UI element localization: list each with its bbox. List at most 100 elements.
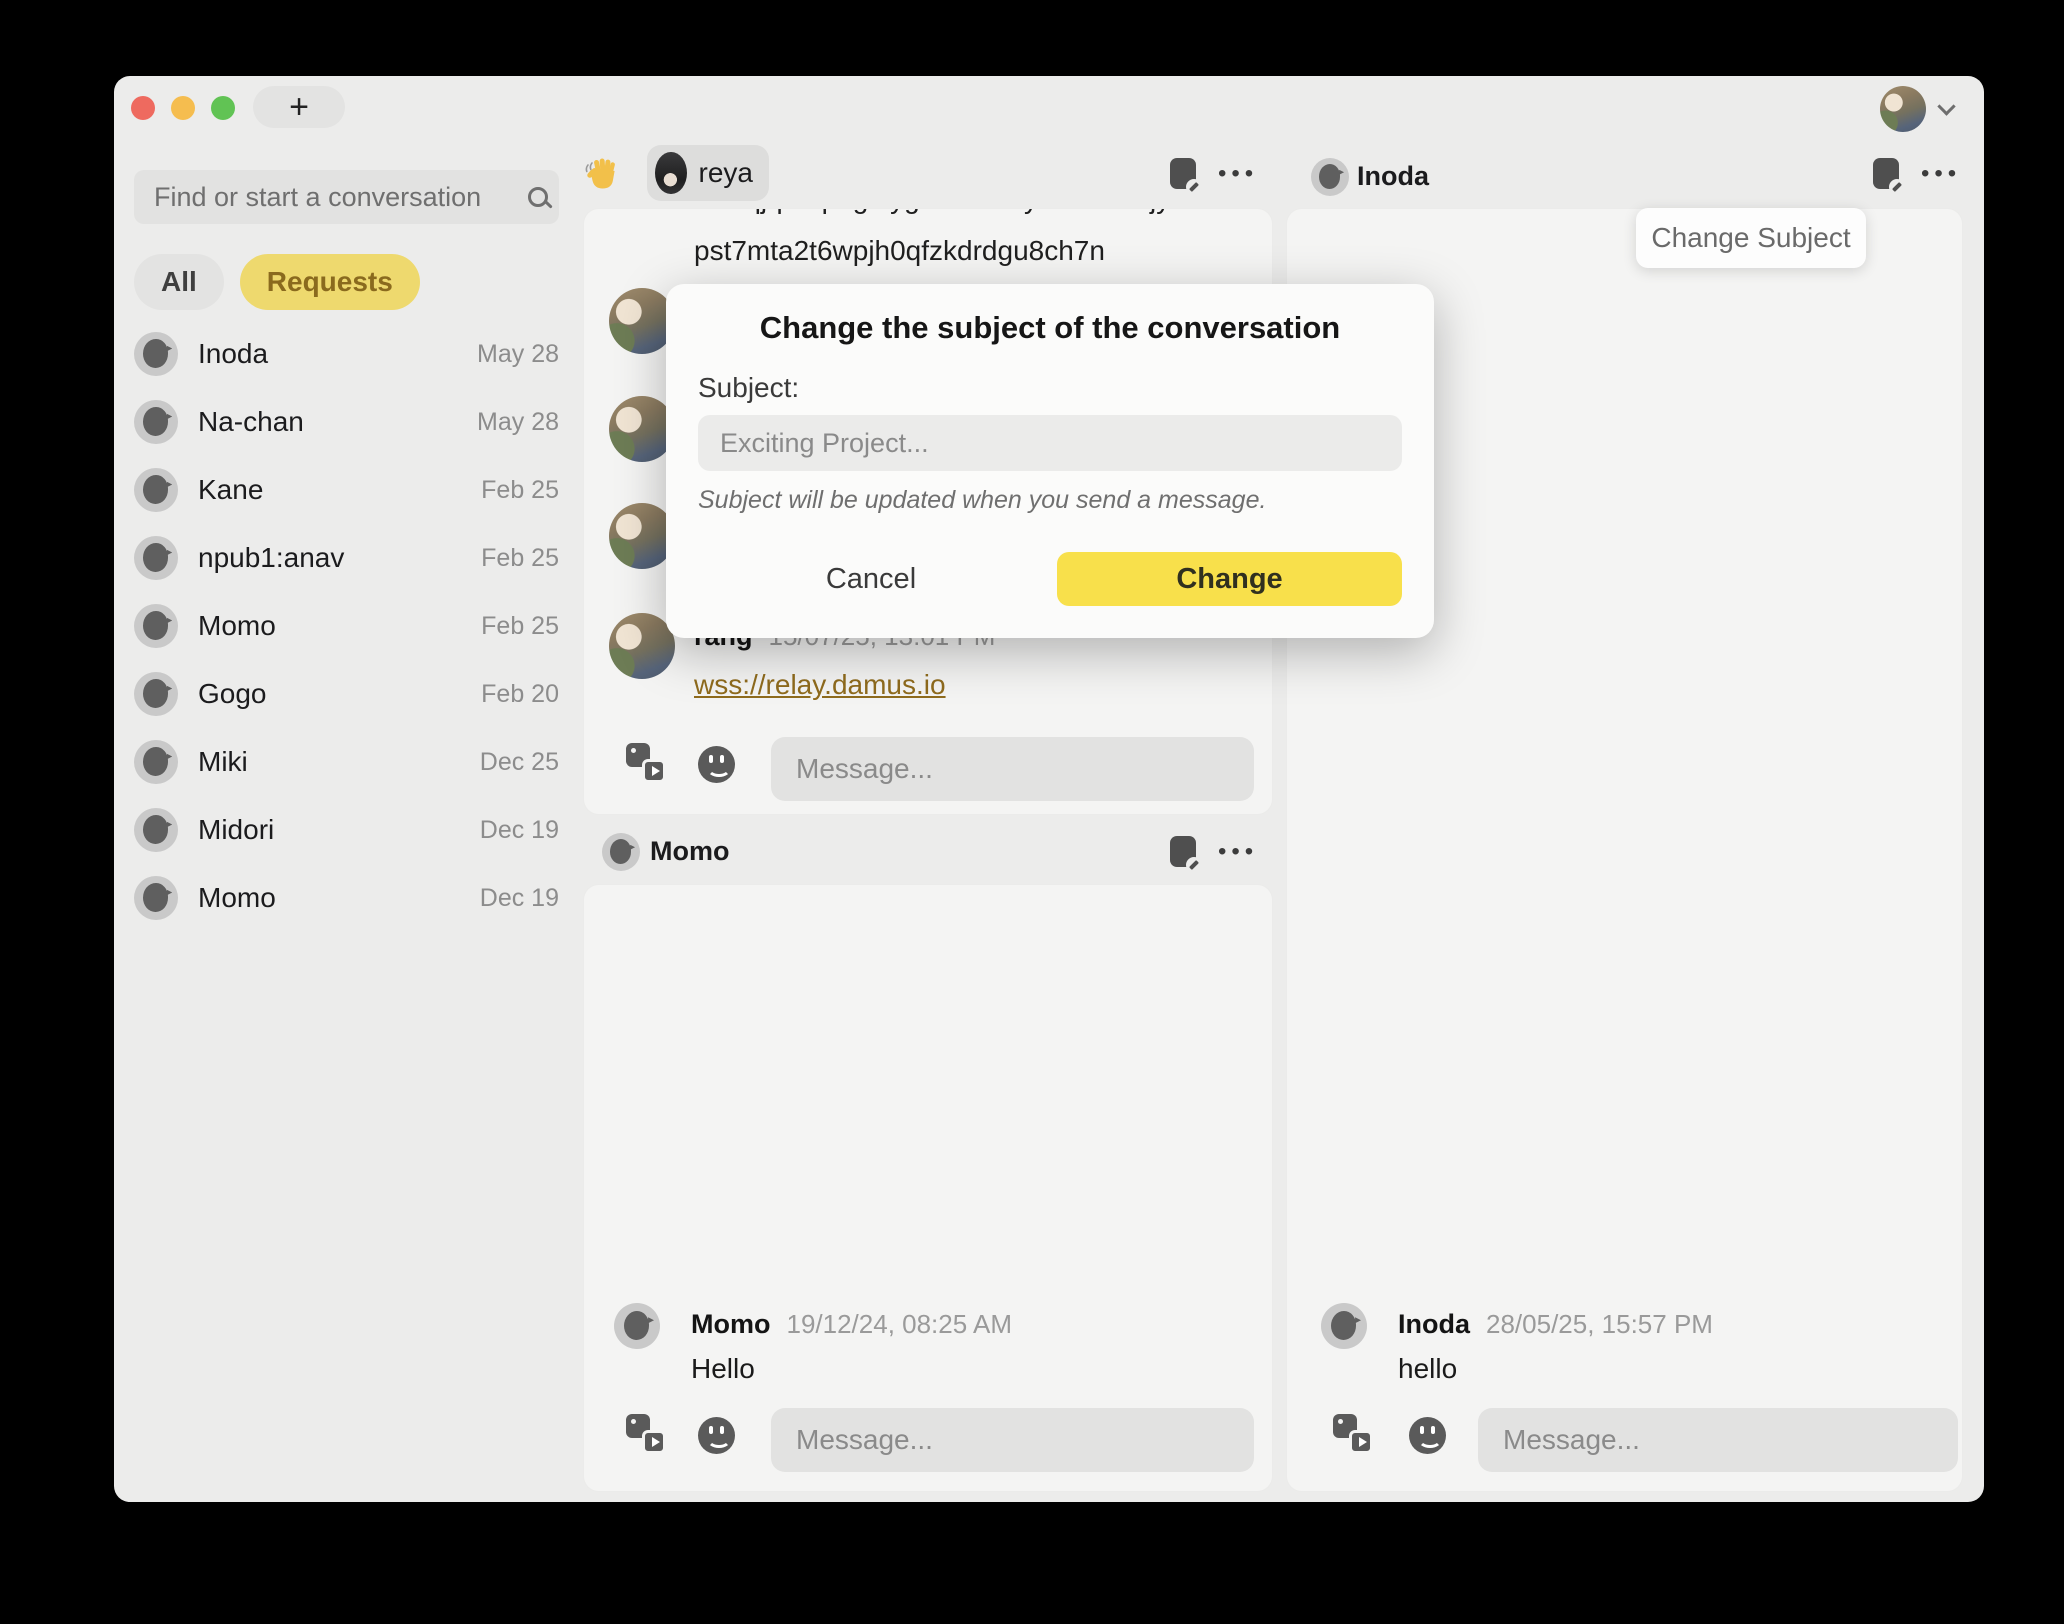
contact-avatar bbox=[134, 808, 178, 852]
change-subject-icon[interactable] bbox=[1170, 836, 1196, 867]
reya-avatar bbox=[655, 152, 687, 194]
conversation-date: Feb 20 bbox=[481, 680, 559, 709]
conversation-list-item[interactable]: Na-chan May 28 bbox=[134, 400, 559, 444]
npub-text: pst7mta2t6wpjh0qfzkdrdgu8ch7n bbox=[694, 235, 1105, 267]
contact-name: Miki bbox=[198, 746, 248, 778]
message-input[interactable] bbox=[771, 1408, 1254, 1472]
chat-title: Momo bbox=[650, 836, 729, 867]
conversation-list: Inoda May 28 Na-chan May 28 Kane Feb 25 … bbox=[134, 332, 559, 920]
attach-media-icon[interactable] bbox=[626, 1414, 666, 1454]
emoji-picker-icon[interactable] bbox=[698, 746, 735, 783]
attach-media-icon[interactable] bbox=[626, 743, 666, 783]
momo-header-actions: ••• bbox=[1170, 836, 1258, 867]
reya-header-actions: ••• bbox=[1170, 158, 1258, 189]
account-menu[interactable] bbox=[1880, 86, 1953, 132]
conversation-date: Dec 25 bbox=[480, 748, 559, 777]
contact-avatar bbox=[134, 332, 178, 376]
conversation-list-item[interactable]: Miki Dec 25 bbox=[134, 740, 559, 784]
conversation-date: Feb 25 bbox=[481, 476, 559, 505]
wave-emoji-icon bbox=[584, 156, 620, 197]
contact-name: Inoda bbox=[198, 338, 268, 370]
emoji-picker-icon[interactable] bbox=[1409, 1417, 1446, 1454]
change-subject-icon[interactable] bbox=[1170, 158, 1196, 189]
app-window: + All Requests Inoda May 28 Na-chan May … bbox=[114, 76, 1984, 1502]
zoom-button[interactable] bbox=[211, 96, 235, 120]
contact-avatar bbox=[134, 400, 178, 444]
message-text: hello bbox=[1398, 1353, 1457, 1385]
message-avatar bbox=[609, 613, 675, 679]
chat-title: reya bbox=[699, 157, 753, 189]
contact-avatar bbox=[134, 468, 178, 512]
contact-avatar bbox=[134, 876, 178, 920]
conversation-search bbox=[134, 170, 559, 224]
conversation-list-item[interactable]: Inoda May 28 bbox=[134, 332, 559, 376]
dialog-title: Change the subject of the conversation bbox=[666, 310, 1434, 346]
inoda-header-actions: ••• bbox=[1873, 158, 1961, 189]
plus-icon: + bbox=[289, 88, 309, 127]
message-text: Hello bbox=[691, 1353, 755, 1385]
relay-link[interactable]: wss://relay.damus.io bbox=[694, 669, 946, 701]
subject-label: Subject: bbox=[698, 372, 799, 404]
message-input[interactable] bbox=[1478, 1408, 1958, 1472]
change-button[interactable]: Change bbox=[1057, 552, 1402, 606]
message-input[interactable] bbox=[771, 737, 1254, 801]
conversation-filters: All Requests bbox=[134, 254, 420, 310]
message-header: Inoda 28/05/25, 15:57 PM bbox=[1398, 1309, 1713, 1340]
contact-name: Gogo bbox=[198, 678, 267, 710]
message-sender: Inoda bbox=[1398, 1309, 1470, 1339]
conversation-date: May 28 bbox=[477, 340, 559, 369]
conversation-date: Feb 25 bbox=[481, 544, 559, 573]
conversation-list-item[interactable]: Momo Dec 19 bbox=[134, 876, 559, 920]
conversation-date: Dec 19 bbox=[480, 816, 559, 845]
dialog-helper-text: Subject will be updated when you send a … bbox=[698, 486, 1266, 515]
more-options-icon[interactable]: ••• bbox=[1218, 840, 1258, 864]
change-subject-tooltip: Change Subject bbox=[1636, 208, 1866, 268]
contact-avatar bbox=[134, 604, 178, 648]
conversation-list-item[interactable]: Midori Dec 19 bbox=[134, 808, 559, 852]
contact-name: Momo bbox=[198, 882, 276, 914]
conversation-list-item[interactable]: npub1:anav Feb 25 bbox=[134, 536, 559, 580]
chat-title: Inoda bbox=[1357, 161, 1429, 192]
cancel-button[interactable]: Cancel bbox=[796, 552, 946, 606]
contact-name: Na-chan bbox=[198, 406, 304, 438]
conversation-list-item[interactable]: Momo Feb 25 bbox=[134, 604, 559, 648]
traffic-lights bbox=[131, 96, 235, 120]
message-sender: Momo bbox=[691, 1309, 770, 1339]
conversation-list-item[interactable]: Kane Feb 25 bbox=[134, 468, 559, 512]
chat-panel-momo: Momo 19/12/24, 08:25 AM Hello bbox=[583, 884, 1273, 1492]
new-tab-button[interactable]: + bbox=[253, 86, 345, 128]
emoji-picker-icon[interactable] bbox=[698, 1417, 735, 1454]
chevron-down-icon bbox=[1937, 97, 1955, 115]
conversation-list-item[interactable]: Gogo Feb 20 bbox=[134, 672, 559, 716]
search-input[interactable] bbox=[134, 182, 528, 213]
message-header: Momo 19/12/24, 08:25 AM bbox=[691, 1309, 1012, 1340]
attach-media-icon[interactable] bbox=[1333, 1414, 1373, 1454]
message-avatar bbox=[614, 1303, 660, 1349]
change-subject-icon[interactable] bbox=[1873, 158, 1899, 189]
change-subject-dialog: Change the subject of the conversation S… bbox=[666, 284, 1434, 638]
filter-requests[interactable]: Requests bbox=[240, 254, 420, 310]
account-avatar[interactable] bbox=[1880, 86, 1926, 132]
contact-name: npub1:anav bbox=[198, 542, 344, 574]
message-avatar bbox=[1321, 1303, 1367, 1349]
npub-text-clipped: kst6qjq4mpag2lygh4wfc66ykzkhwwvjy bbox=[694, 208, 1170, 215]
more-options-icon[interactable]: ••• bbox=[1921, 162, 1961, 186]
close-button[interactable] bbox=[131, 96, 155, 120]
contact-name: Momo bbox=[198, 610, 276, 642]
chat-header-reya[interactable]: reya bbox=[647, 145, 769, 201]
conversation-date: Feb 25 bbox=[481, 612, 559, 641]
contact-name: Kane bbox=[198, 474, 263, 506]
contact-avatar bbox=[134, 740, 178, 784]
message-timestamp: 19/12/24, 08:25 AM bbox=[786, 1309, 1012, 1339]
minimize-button[interactable] bbox=[171, 96, 195, 120]
contact-avatar bbox=[134, 672, 178, 716]
screen-background: + All Requests Inoda May 28 Na-chan May … bbox=[0, 0, 2064, 1624]
contact-avatar bbox=[134, 536, 178, 580]
filter-all[interactable]: All bbox=[134, 254, 224, 310]
more-options-icon[interactable]: ••• bbox=[1218, 162, 1258, 186]
search-icon bbox=[528, 187, 548, 207]
contact-name: Midori bbox=[198, 814, 274, 846]
subject-input[interactable] bbox=[698, 415, 1402, 471]
message-timestamp: 28/05/25, 15:57 PM bbox=[1486, 1309, 1713, 1339]
momo-avatar bbox=[602, 833, 640, 871]
